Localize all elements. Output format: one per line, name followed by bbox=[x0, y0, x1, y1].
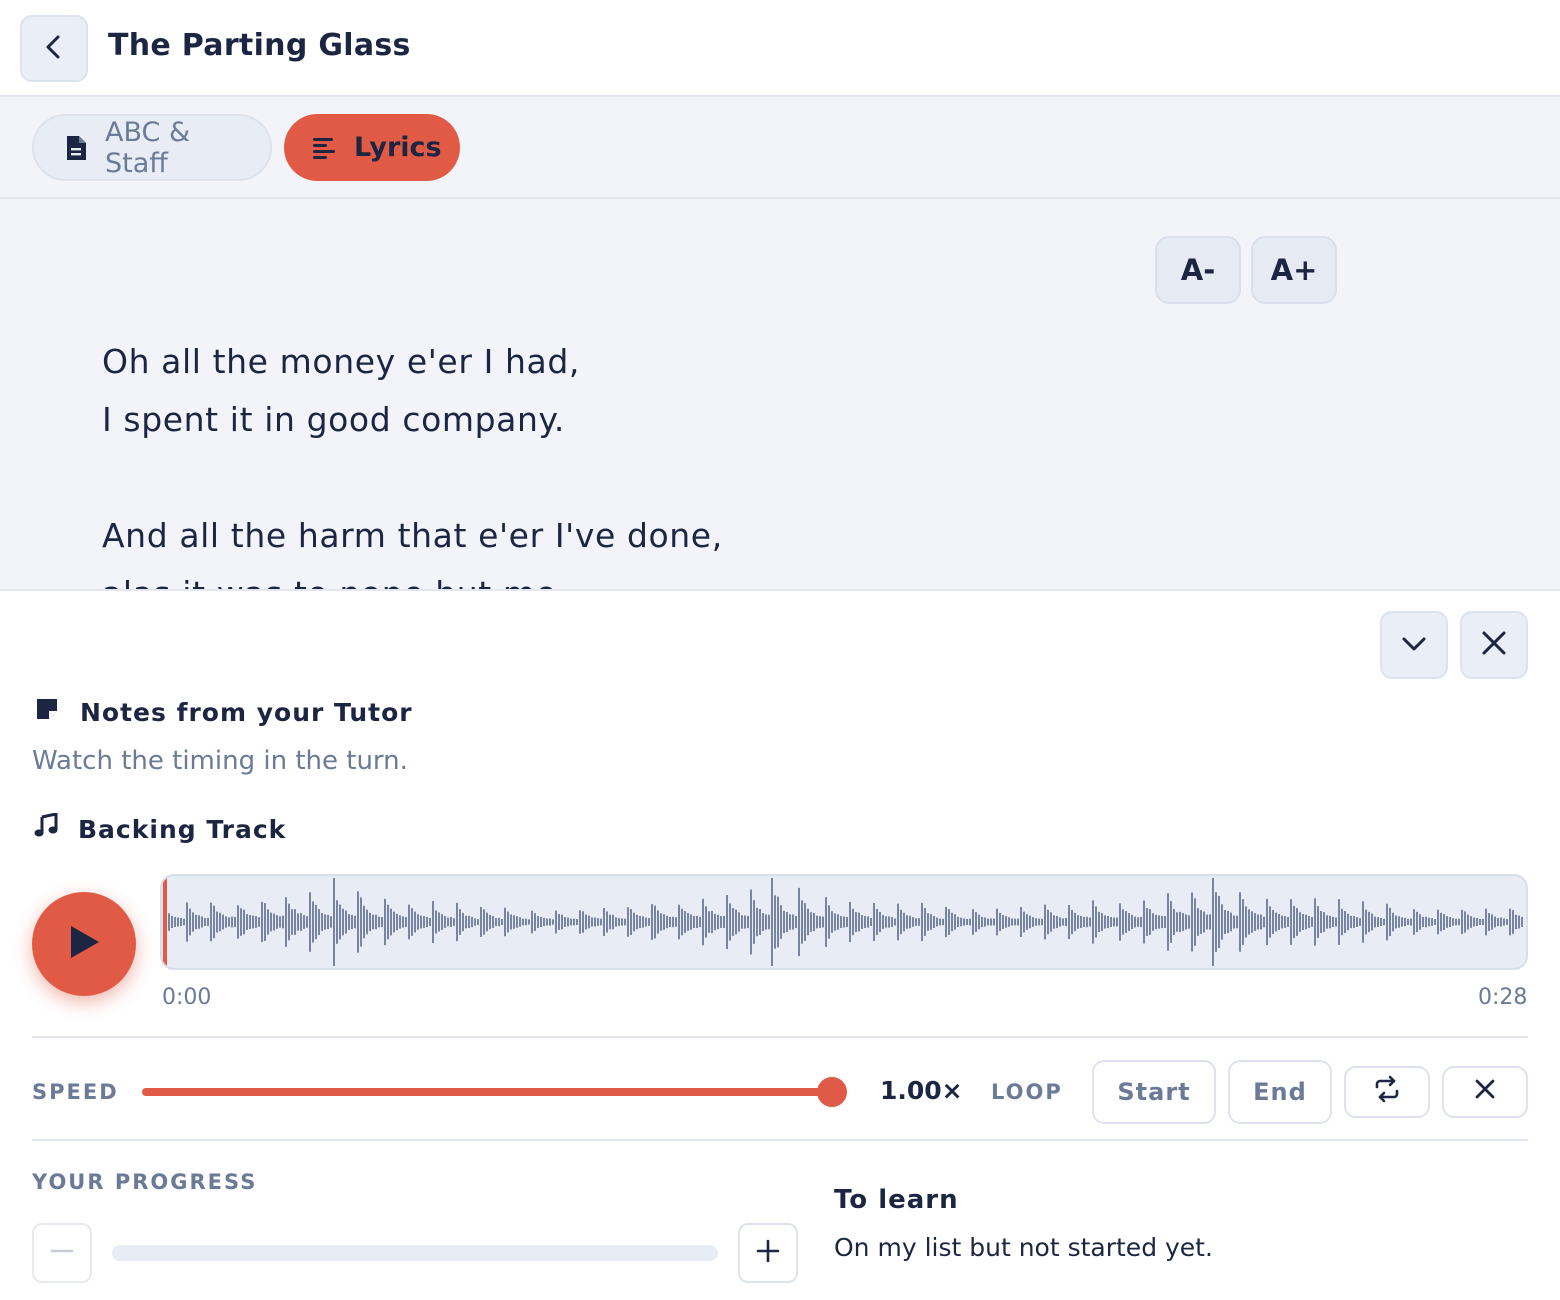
back-button[interactable] bbox=[20, 15, 88, 82]
font-decrease-button[interactable]: A- bbox=[1155, 236, 1241, 304]
chevron-down-icon bbox=[1399, 628, 1429, 662]
lyric-line: I spent it in good company. bbox=[102, 400, 566, 439]
lyric-line: alas it was to none but me. bbox=[102, 565, 723, 589]
text-lines-icon bbox=[312, 133, 338, 163]
backing-track-label: Backing Track bbox=[78, 814, 287, 844]
top-bar: The Parting Glass bbox=[0, 0, 1560, 97]
speed-slider-track[interactable] bbox=[142, 1088, 832, 1096]
backing-track-heading: Backing Track bbox=[34, 812, 287, 845]
sticky-note-icon bbox=[34, 697, 60, 727]
play-button[interactable] bbox=[32, 892, 136, 996]
track-duration: 0:28 bbox=[1478, 985, 1528, 1010]
progress-bar bbox=[112, 1245, 718, 1261]
collapse-panel-button[interactable] bbox=[1380, 611, 1448, 679]
progress-decrease-button[interactable] bbox=[32, 1223, 92, 1283]
practice-panel: Notes from your Tutor Watch the timing i… bbox=[0, 589, 1560, 1300]
progress-status-description: On my list but not started yet. bbox=[834, 1233, 1213, 1262]
notes-heading-label: Notes from your Tutor bbox=[80, 697, 413, 727]
loop-end-button[interactable]: End bbox=[1228, 1060, 1332, 1124]
loop-start-button[interactable]: Start bbox=[1092, 1060, 1216, 1124]
view-tabs: ABC & Staff Lyrics bbox=[0, 97, 1560, 199]
close-icon bbox=[1473, 1077, 1497, 1107]
close-icon bbox=[1480, 629, 1508, 661]
lyrics-viewer[interactable]: A- A+ Oh all the money e'er I had, I spe… bbox=[0, 199, 1560, 589]
stanza-break bbox=[102, 449, 723, 507]
minus-icon bbox=[49, 1238, 75, 1268]
tab-label: Lyrics bbox=[354, 132, 442, 163]
current-time: 0:00 bbox=[162, 985, 212, 1010]
chevron-left-icon bbox=[39, 32, 69, 66]
repeat-icon bbox=[1372, 1075, 1402, 1109]
waveform-scrubber[interactable] bbox=[160, 874, 1528, 970]
loop-clear-button[interactable] bbox=[1442, 1066, 1528, 1118]
page-title: The Parting Glass bbox=[108, 28, 411, 63]
divider bbox=[32, 1139, 1528, 1141]
font-increase-button[interactable]: A+ bbox=[1251, 236, 1337, 304]
lyrics-text: Oh all the money e'er I had, I spent it … bbox=[102, 333, 723, 589]
play-icon bbox=[67, 924, 101, 964]
notes-heading: Notes from your Tutor bbox=[34, 697, 413, 727]
playhead[interactable] bbox=[163, 876, 167, 968]
tab-lyrics[interactable]: Lyrics bbox=[284, 114, 460, 181]
tutor-note: Watch the timing in the turn. bbox=[32, 746, 408, 776]
divider bbox=[32, 1036, 1528, 1038]
progress-label: YOUR PROGRESS bbox=[32, 1170, 258, 1194]
loop-toggle-button[interactable] bbox=[1344, 1066, 1430, 1118]
speed-value: 1.00× bbox=[880, 1076, 963, 1105]
lyric-line: Oh all the money e'er I had, bbox=[102, 342, 580, 381]
loop-label: LOOP bbox=[991, 1080, 1063, 1104]
music-note-icon bbox=[34, 812, 60, 845]
close-panel-button[interactable] bbox=[1460, 611, 1528, 679]
progress-increase-button[interactable] bbox=[738, 1223, 798, 1283]
lyric-line: And all the harm that e'er I've done, bbox=[102, 516, 723, 555]
speed-slider-thumb[interactable] bbox=[817, 1077, 847, 1107]
waveform-graphic bbox=[163, 876, 1523, 968]
document-icon bbox=[62, 133, 89, 163]
plus-icon bbox=[755, 1238, 781, 1268]
progress-status-title: To learn bbox=[834, 1185, 959, 1215]
speed-label: SPEED bbox=[32, 1080, 119, 1104]
tab-label: ABC & Staff bbox=[105, 116, 191, 179]
tab-abc-staff[interactable]: ABC & Staff bbox=[32, 114, 272, 181]
